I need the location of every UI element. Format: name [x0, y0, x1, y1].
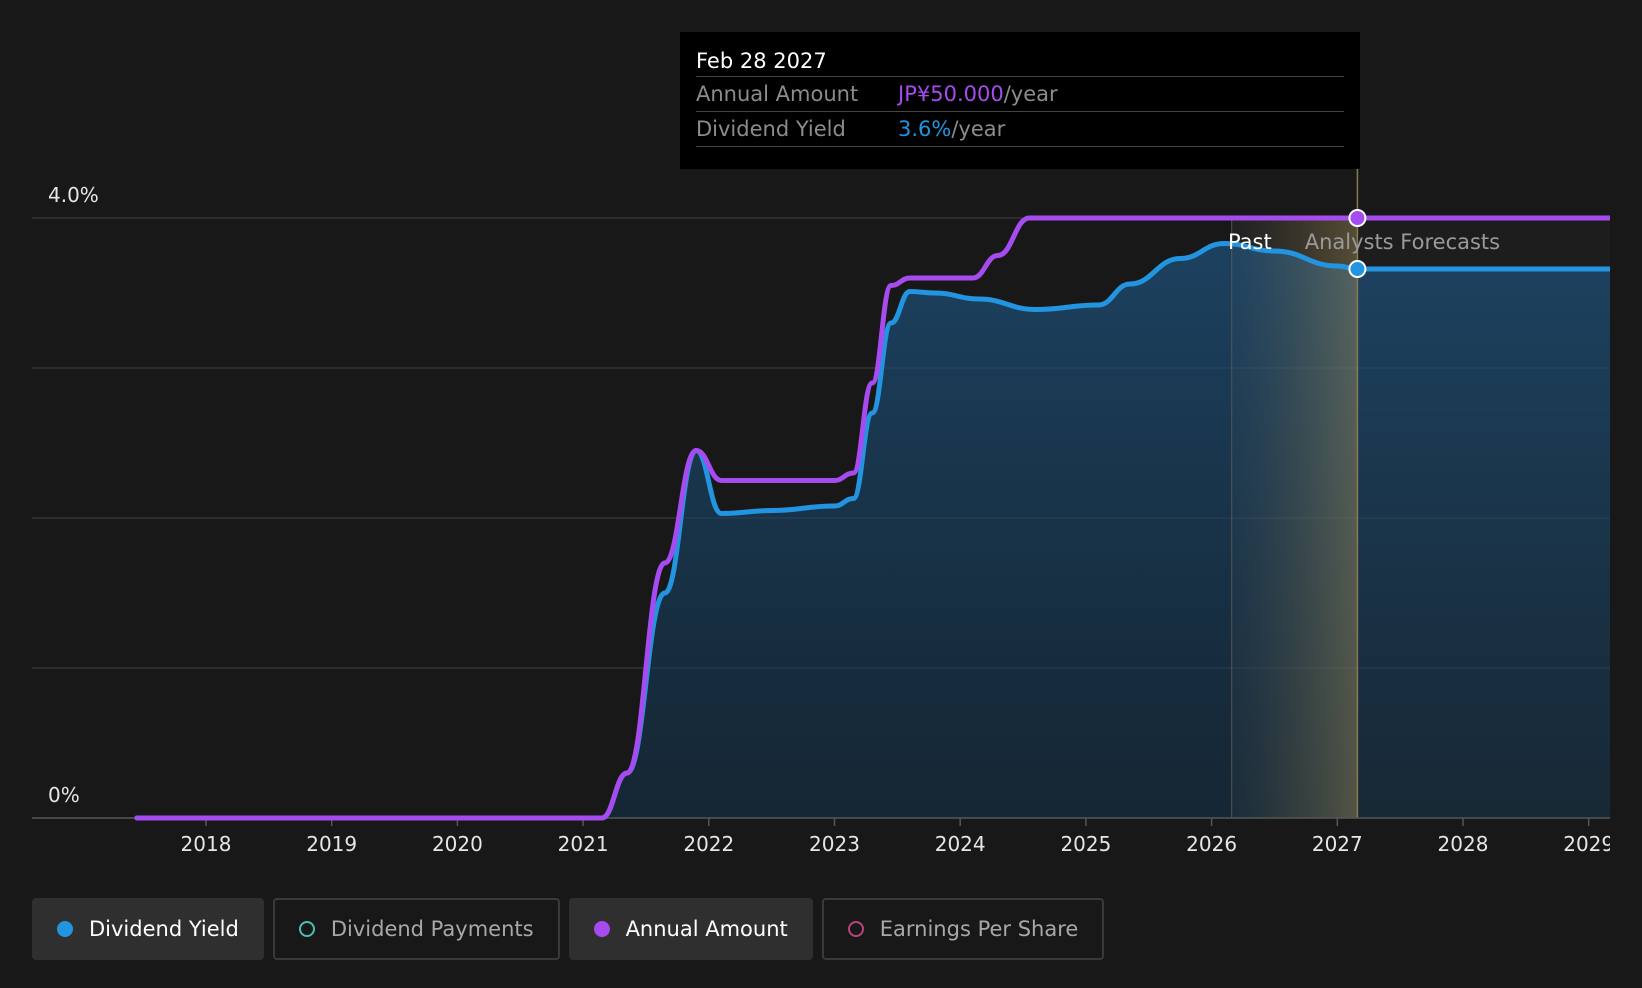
tooltip-unit: /year — [1003, 82, 1058, 106]
earnings-per-share-ring-icon — [847, 921, 864, 937]
annual-amount-dot-icon — [593, 921, 610, 937]
legend-label: Annual Amount — [625, 917, 788, 941]
x-tick-label: 2019 — [306, 832, 357, 856]
y-tick-label-bottom: 0% — [48, 783, 80, 807]
y-tick-label-top: 4.0% — [48, 183, 99, 207]
x-tick-label: 2021 — [558, 832, 609, 856]
legend-dividend-yield[interactable]: Dividend Yield — [32, 898, 264, 960]
x-tick-label: 2029 — [1563, 832, 1614, 856]
legend-label: Dividend Payments — [330, 917, 534, 941]
tooltip-row-annual-amount: Annual Amount JP¥50.000 /year — [696, 76, 1344, 111]
forecast-label: Analysts Forecasts — [1305, 230, 1500, 254]
dividend-payments-ring-icon — [298, 921, 315, 937]
dividend-yield-dot-icon — [57, 921, 73, 937]
dividend-yield-marker — [1348, 260, 1367, 278]
x-tick-label: 2024 — [935, 832, 986, 856]
legend-dividend-payments[interactable]: Dividend Payments — [272, 898, 560, 960]
legend: Dividend Yield Dividend Payments Annual … — [32, 898, 1105, 960]
x-tick-label: 2022 — [683, 832, 734, 856]
x-tick-label: 2025 — [1060, 832, 1111, 856]
tooltip-value: 3.6% — [898, 117, 952, 141]
x-tick-label: 2020 — [432, 832, 483, 856]
tooltip-value: JP¥50.000 — [898, 82, 1004, 106]
x-tick-label: 2027 — [1312, 832, 1363, 856]
legend-label: Dividend Yield — [89, 917, 239, 941]
legend-annual-amount[interactable]: Annual Amount — [568, 898, 813, 960]
tooltip-label: Annual Amount — [696, 82, 859, 106]
annual-amount-marker — [1348, 209, 1367, 227]
tooltip-unit: /year — [951, 117, 1006, 141]
x-tick-label: 2018 — [181, 832, 232, 856]
legend-earnings-per-share[interactable]: Earnings Per Share — [821, 898, 1105, 960]
tooltip: Feb 28 2027 Annual Amount JP¥50.000 /yea… — [680, 32, 1360, 169]
tooltip-date: Feb 28 2027 — [696, 49, 827, 73]
x-tick-label: 2023 — [809, 832, 860, 856]
tooltip-label: Dividend Yield — [696, 117, 846, 141]
x-axis-ticks: 2018 2019 2020 2021 2022 2023 2024 2025 2026 2027… — [181, 818, 1614, 856]
past-forecast-highlight — [1231, 218, 1358, 818]
tooltip-row-dividend-yield: Dividend Yield 3.6% /year — [696, 111, 1344, 147]
legend-label: Earnings Per Share — [879, 917, 1079, 941]
past-label: Past — [1228, 230, 1272, 254]
x-tick-label: 2028 — [1438, 832, 1489, 856]
x-tick-label: 2026 — [1186, 832, 1237, 856]
